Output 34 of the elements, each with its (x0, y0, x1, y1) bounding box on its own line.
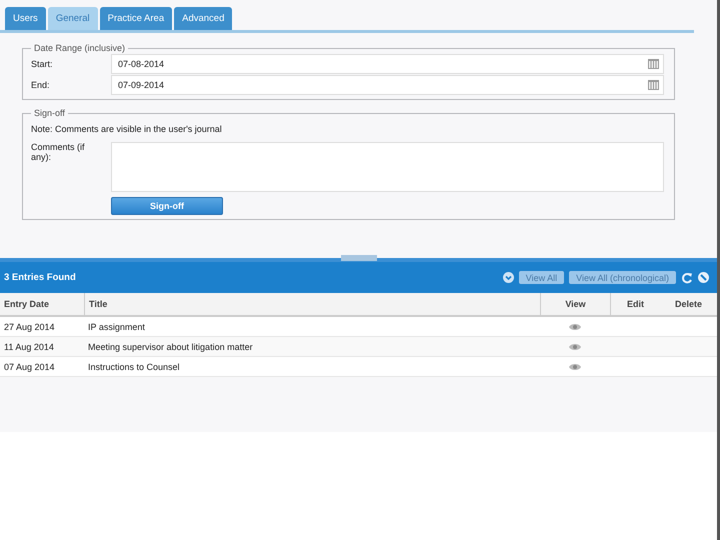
calendar-icon[interactable] (648, 58, 659, 68)
eye-icon[interactable] (569, 322, 581, 330)
tab[interactable]: Advanced (174, 7, 232, 30)
eye-icon[interactable] (569, 362, 581, 370)
table-cell-text: 11 Aug 2014 (3, 340, 55, 354)
column-header[interactable]: Title (84, 293, 540, 315)
field-label: Start: (31, 58, 54, 68)
column-header[interactable]: Delete (660, 293, 717, 315)
field-label: End: (31, 80, 51, 90)
table-row[interactable]: 11 Aug 2014 Meeting supervisor about litigation matter (0, 337, 717, 357)
date-field[interactable]: 07-08-2014 (111, 54, 664, 74)
note-text: Note: Comments are visible in the user's journal (31, 124, 223, 134)
column-header[interactable]: Edit (610, 293, 660, 315)
splitter-handle[interactable] (340, 255, 376, 261)
group-legend: Date Range (inclusive) (31, 43, 128, 53)
field-label: Comments (if any): (31, 142, 86, 164)
tab[interactable]: Practice Area (100, 7, 172, 30)
table-cell-text: 07 Aug 2014 (3, 360, 56, 374)
comments-field[interactable] (111, 142, 664, 192)
table-cell-text: Meeting supervisor about litigation matter (87, 340, 254, 354)
eye-icon[interactable] (569, 342, 581, 350)
table-cell-text: 27 Aug 2014 (3, 320, 56, 334)
chevron-down-icon[interactable] (502, 272, 514, 283)
date-field[interactable]: 07-09-2014 (111, 74, 664, 94)
tab[interactable]: Users (5, 7, 46, 30)
results-title: 3 Entries Found (4, 272, 76, 283)
table-cell-text: Instructions to Counsel (87, 360, 181, 374)
cancel-icon[interactable] (698, 272, 709, 283)
refresh-icon[interactable] (681, 272, 693, 284)
table-cell-text: IP assignment (87, 320, 146, 334)
column-header[interactable]: View (540, 293, 610, 315)
column-header[interactable]: Entry Date (0, 293, 84, 315)
calendar-icon[interactable] (648, 80, 659, 90)
group-legend: Sign-off (31, 108, 68, 118)
